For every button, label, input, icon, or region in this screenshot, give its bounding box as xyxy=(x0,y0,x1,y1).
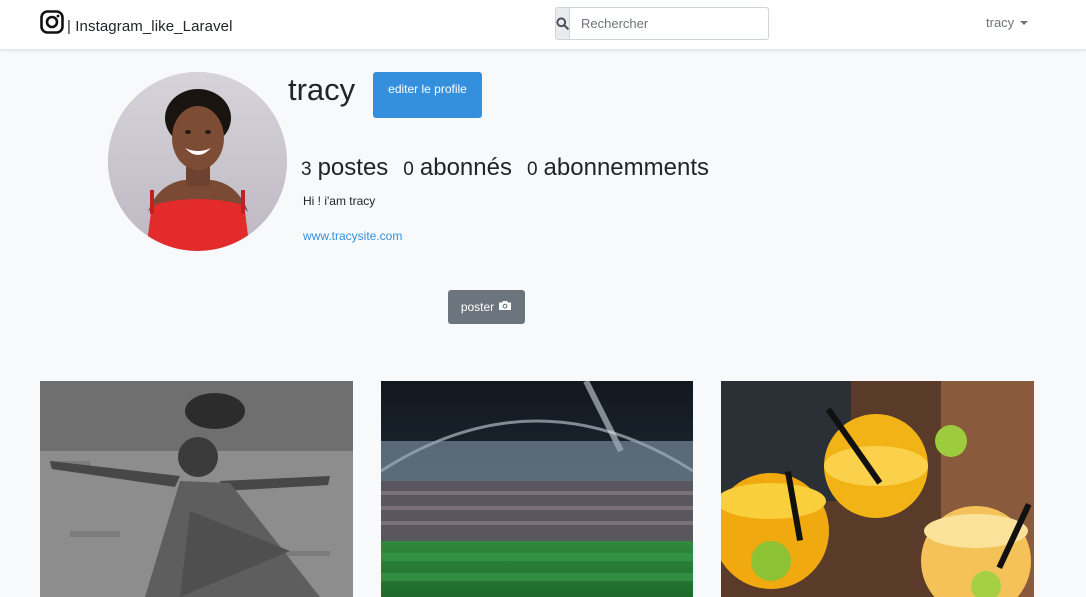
stat-posts: 3 postes xyxy=(301,154,388,182)
profile-website-link[interactable]: www.tracysite.com xyxy=(303,229,402,243)
user-dropdown-label: tracy xyxy=(986,15,1015,30)
search-input[interactable] xyxy=(570,7,769,40)
stat-following-count: 0 xyxy=(526,159,538,180)
user-dropdown[interactable]: tracy xyxy=(986,15,1029,30)
stat-following-label: abonnemments xyxy=(543,154,709,181)
stat-posts-count: 3 xyxy=(301,159,312,180)
search-form xyxy=(555,7,769,40)
stat-followers-label: abonnés xyxy=(419,154,512,181)
stat-posts-label: postes xyxy=(317,154,389,181)
post-thumbnail-stadium[interactable] xyxy=(381,381,693,597)
profile-bio: Hi ! i'am tracy xyxy=(303,194,376,208)
avatar xyxy=(108,72,287,251)
post-thumbnail-girl-dancing[interactable] xyxy=(40,381,353,597)
stat-followers-count: 0 xyxy=(403,159,414,180)
stat-followers[interactable]: 0 abonnés xyxy=(403,154,512,182)
navbar: | Instagram_like_Laravel tracy xyxy=(0,0,1086,50)
camera-icon xyxy=(498,300,512,314)
brand-link[interactable]: | Instagram_like_Laravel xyxy=(40,9,233,35)
profile-username: tracy xyxy=(288,72,356,107)
brand-text: | Instagram_like_Laravel xyxy=(67,18,233,35)
search-icon xyxy=(556,17,569,30)
post-button-label: poster xyxy=(460,300,495,314)
post-button[interactable]: poster xyxy=(448,290,525,324)
stat-following[interactable]: 0 abonnemments xyxy=(527,154,709,182)
post-thumbnail-cocktails[interactable] xyxy=(721,381,1034,597)
search-button[interactable] xyxy=(555,7,570,40)
caret-down-icon xyxy=(1020,21,1029,25)
instagram-icon xyxy=(40,10,64,34)
profile-stats: 3 postes 0 abonnés 0 abonnemments xyxy=(301,154,724,182)
edit-profile-button[interactable]: editer le profile xyxy=(373,72,482,118)
